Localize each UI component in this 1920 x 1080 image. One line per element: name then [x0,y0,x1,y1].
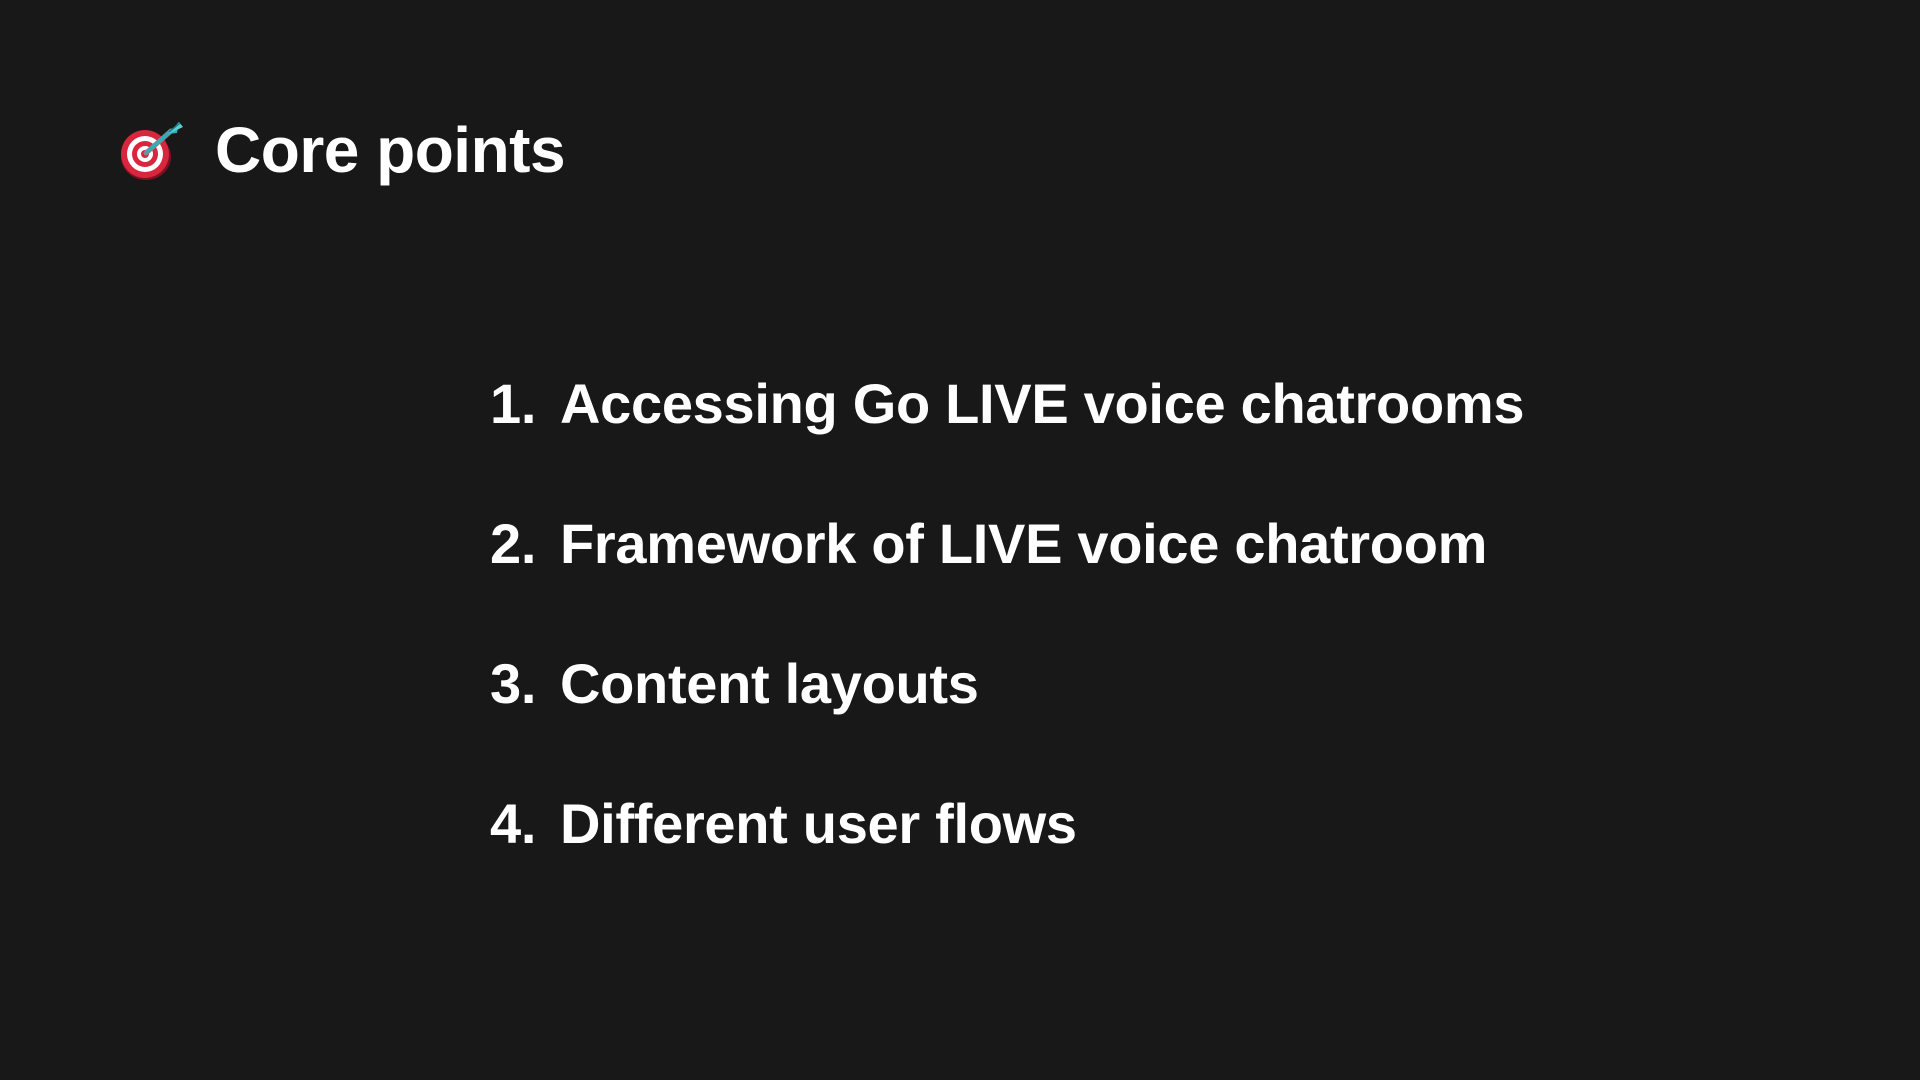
list-item-number: 2. [490,512,537,575]
list-item-label: Content layouts [560,652,979,715]
list-item-label: Framework of LIVE voice chatroom [560,512,1488,575]
list-item: 1. Accessing Go LIVE voice chatrooms [490,372,1525,512]
list-item: 4. Different user flows [490,792,1524,932]
slide-header: Core points [117,110,566,190]
page-title: Core points [215,114,566,186]
list-item: 2. Framework of LIVE voice chatroom [490,512,1524,652]
list-item-label: Different user flows [560,792,1077,855]
list-item-number: 1. [490,372,537,435]
list-item-label: Accessing Go LIVE voice chatrooms [560,372,1525,435]
slide: Core points 1. Accessing Go LIVE voice c… [0,0,1920,1080]
target-dart-icon [121,122,183,180]
core-points-list: 1. Accessing Go LIVE voice chatrooms 2. … [490,372,1525,932]
list-item-number: 3. [490,652,537,715]
list-item: 3. Content layouts [490,652,1524,792]
list-item-number: 4. [490,792,537,855]
